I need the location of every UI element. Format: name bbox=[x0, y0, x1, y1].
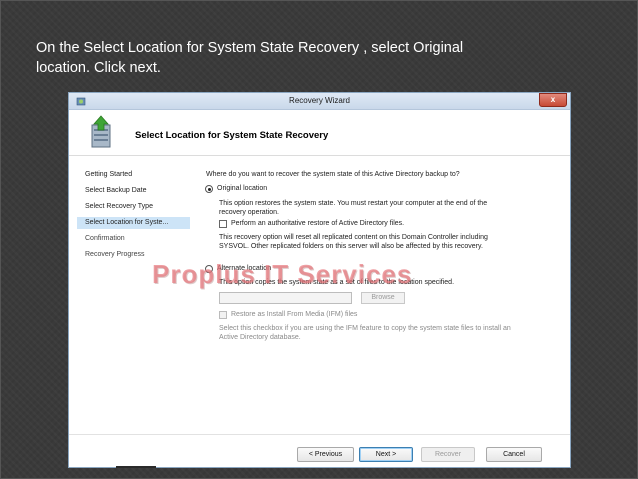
original-location-radio[interactable] bbox=[205, 185, 213, 193]
location-question: Where do you want to recover the system … bbox=[206, 171, 460, 178]
taskbar-fragment bbox=[116, 466, 156, 468]
authoritative-warning-2: SYSVOL. Other replicated folders on this… bbox=[219, 243, 483, 250]
ifm-desc-2: Active Directory database. bbox=[219, 334, 301, 341]
ifm-desc-1: Select this checkbox if you are using th… bbox=[219, 325, 511, 332]
cancel-button[interactable]: Cancel bbox=[486, 447, 542, 462]
watermark-text: Proplus IT Services bbox=[152, 259, 413, 289]
close-button[interactable]: x bbox=[539, 93, 567, 107]
window-title: Recovery Wizard bbox=[289, 96, 350, 105]
original-location-desc-1: This option restores the system state. Y… bbox=[219, 200, 488, 207]
nav-item-select-backup-date[interactable]: Select Backup Date bbox=[77, 185, 190, 197]
ifm-checkbox bbox=[219, 311, 227, 319]
title-bar[interactable]: Recovery Wizard x bbox=[69, 93, 570, 110]
ifm-label: Restore as Install From Media (IFM) file… bbox=[231, 311, 358, 318]
authoritative-restore-checkbox[interactable] bbox=[219, 220, 227, 228]
wizard-header: Select Location for System State Recover… bbox=[69, 111, 570, 153]
next-button[interactable]: Next > bbox=[359, 447, 413, 462]
browse-button: Browse bbox=[361, 292, 405, 304]
original-location-desc-2: recovery operation. bbox=[219, 209, 279, 216]
wizard-steps-nav: Getting Started Select Backup Date Selec… bbox=[77, 169, 190, 265]
caption-line-1: On the Select Location for System State … bbox=[36, 40, 464, 56]
alternate-location-input bbox=[219, 292, 352, 304]
nav-item-select-location[interactable]: Select Location for Syste... bbox=[77, 217, 190, 229]
caption-line-2: location. Click next. bbox=[36, 60, 161, 76]
nav-item-confirmation: Confirmation bbox=[85, 235, 125, 242]
footer-divider bbox=[69, 434, 570, 435]
server-restore-icon bbox=[91, 115, 111, 148]
original-location-label[interactable]: Original location bbox=[217, 185, 267, 192]
authoritative-warning-1: This recovery option will reset all repl… bbox=[219, 234, 488, 241]
header-divider bbox=[69, 155, 570, 156]
slide-caption: On the Select Location for System State … bbox=[36, 38, 596, 78]
page-title: Select Location for System State Recover… bbox=[135, 130, 329, 141]
recover-button: Recover bbox=[421, 447, 475, 462]
nav-item-select-recovery-type[interactable]: Select Recovery Type bbox=[77, 201, 190, 213]
previous-button[interactable]: < Previous bbox=[297, 447, 354, 462]
nav-item-getting-started[interactable]: Getting Started bbox=[77, 169, 190, 181]
authoritative-restore-label[interactable]: Perform an authoritative restore of Acti… bbox=[231, 220, 404, 227]
